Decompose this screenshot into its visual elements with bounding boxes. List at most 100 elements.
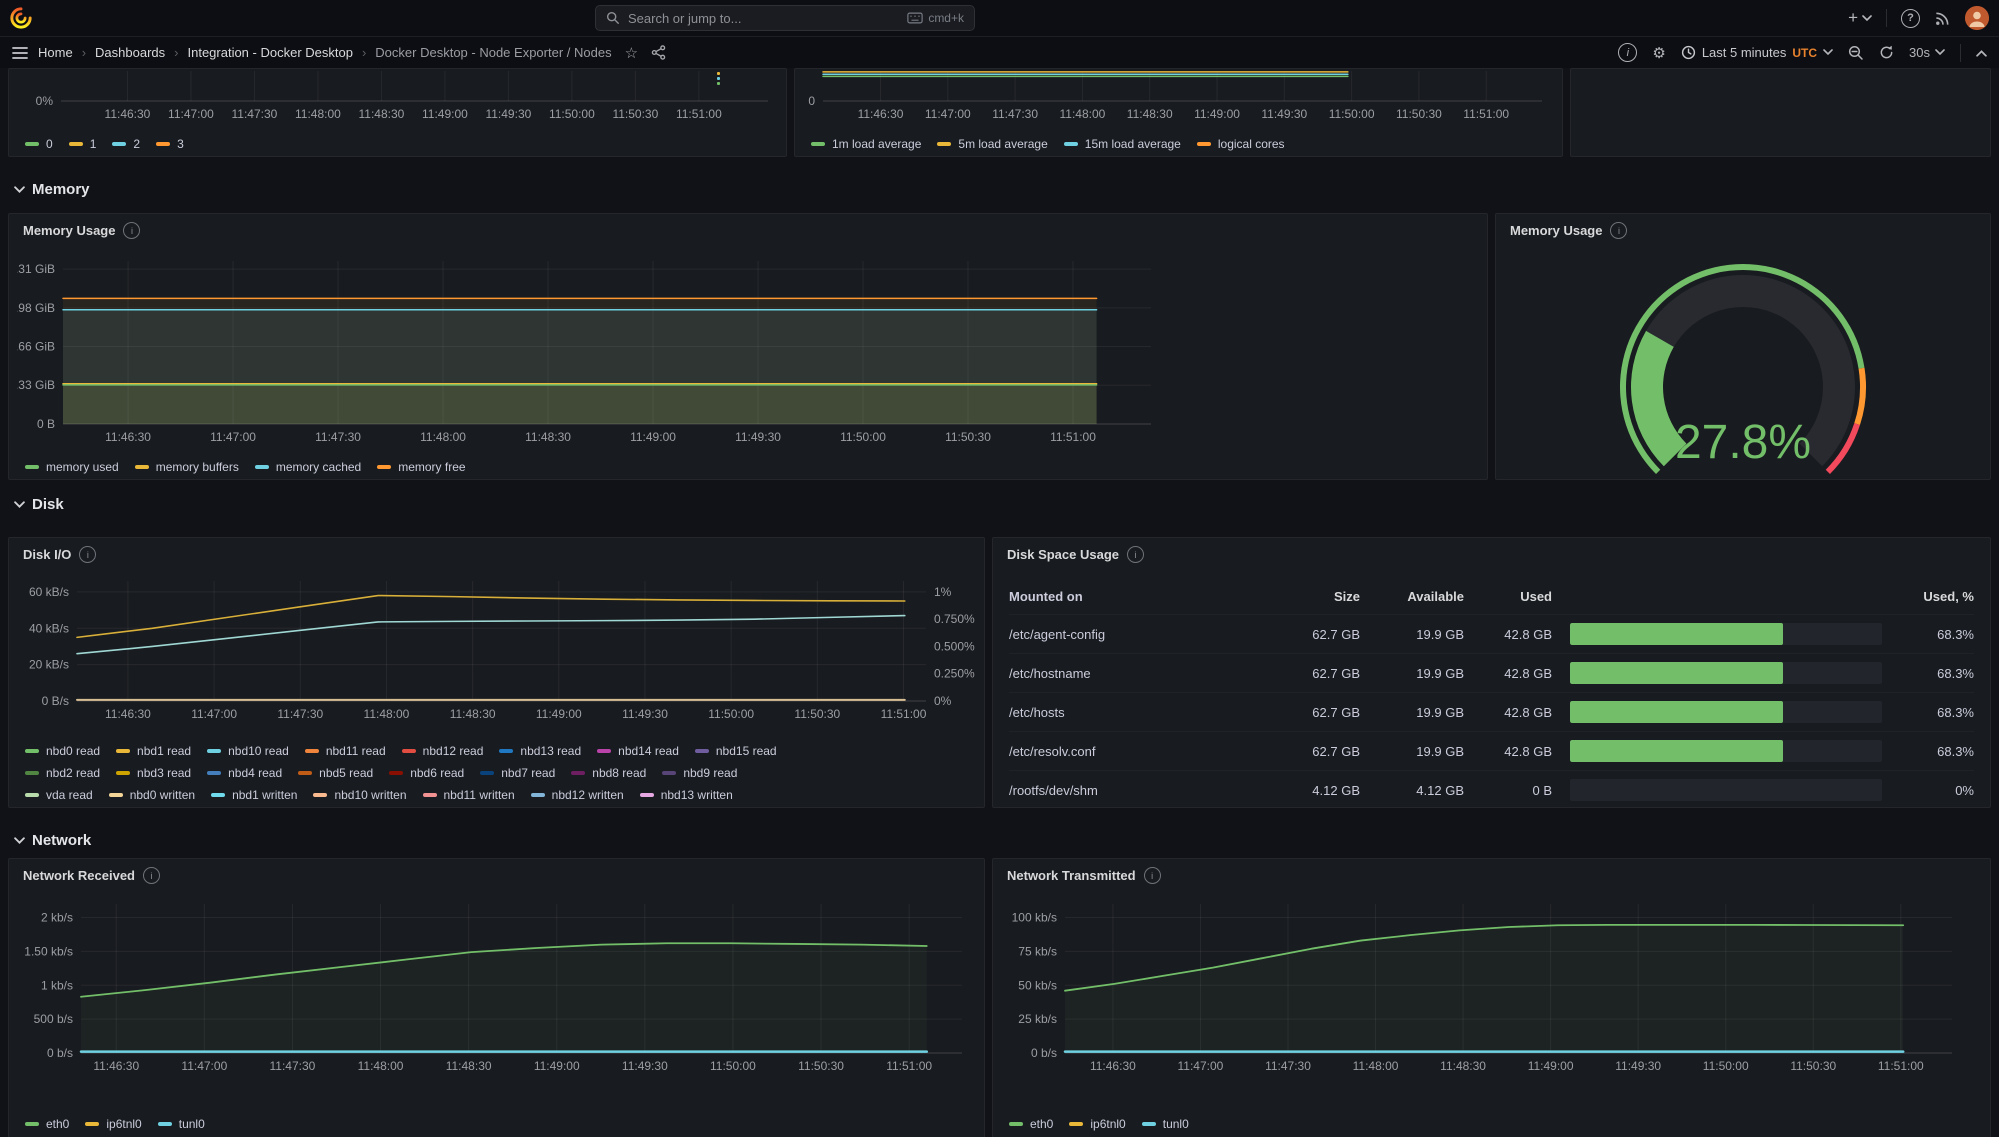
plus-icon: + <box>1848 8 1858 28</box>
breadcrumb-separator: › <box>174 45 178 60</box>
breadcrumb-separator: › <box>82 45 86 60</box>
legend-swatch <box>25 749 39 753</box>
panel-title[interactable]: Disk I/O i <box>23 546 96 563</box>
legend-item[interactable]: 1 <box>69 137 97 151</box>
legend-item[interactable]: nbd11 written <box>423 788 515 802</box>
svg-text:25 kb/s: 25 kb/s <box>1018 1012 1057 1026</box>
table-row: /etc/resolv.conf62.7 GB19.9 GB42.8 GB68.… <box>1009 731 1974 770</box>
refresh-interval-picker[interactable]: 30s <box>1909 45 1945 60</box>
legend-item[interactable]: vda read <box>25 788 93 802</box>
legend-item[interactable]: nbd14 read <box>597 744 679 758</box>
legend-item[interactable]: nbd12 written <box>531 788 624 802</box>
news-icon[interactable] <box>1934 10 1951 27</box>
network-transmitted-chart[interactable]: 11:46:3011:47:0011:47:3011:48:0011:48:30… <box>1001 899 1982 1089</box>
legend-item[interactable]: tunl0 <box>1142 1117 1189 1131</box>
legend-item[interactable]: nbd0 written <box>109 788 195 802</box>
collapse-toolbar-button[interactable] <box>1976 49 1987 57</box>
legend-item[interactable]: nbd9 read <box>662 766 737 780</box>
section-header-memory[interactable]: Memory <box>14 181 90 198</box>
favorite-star-icon[interactable]: ☆ <box>625 44 638 62</box>
legend-item[interactable]: 1m load average <box>811 137 921 151</box>
legend-item[interactable]: nbd1 read <box>116 744 191 758</box>
section-header-network[interactable]: Network <box>14 832 91 849</box>
legend-item[interactable]: nbd8 read <box>571 766 646 780</box>
legend-item[interactable]: nbd4 read <box>207 766 282 780</box>
legend-item[interactable]: ip6tnl0 <box>85 1117 141 1131</box>
panel-title[interactable]: Disk Space Usage i <box>1007 546 1144 563</box>
legend-item[interactable]: memory used <box>25 460 119 474</box>
legend-item[interactable]: 0 <box>25 137 53 151</box>
time-range-picker[interactable]: Last 5 minutes UTC <box>1681 45 1833 60</box>
legend-item[interactable]: nbd7 read <box>480 766 555 780</box>
info-icon[interactable]: i <box>79 546 96 563</box>
section-header-disk[interactable]: Disk <box>14 496 64 513</box>
legend-item[interactable]: nbd0 read <box>25 744 100 758</box>
memory-usage-chart[interactable]: 11:46:3011:47:0011:47:3011:48:0011:48:30… <box>17 256 1479 456</box>
dashboard-settings-icon[interactable]: ⚙ <box>1652 44 1665 62</box>
legend-item[interactable]: 2 <box>112 137 140 151</box>
info-icon[interactable]: i <box>123 222 140 239</box>
legend-item[interactable]: nbd10 written <box>313 788 406 802</box>
disk-io-chart[interactable]: 11:46:3011:47:0011:47:3011:48:0011:48:30… <box>17 578 976 728</box>
legend-item[interactable]: nbd2 read <box>25 766 100 780</box>
share-icon[interactable] <box>651 45 666 60</box>
panel-title[interactable]: Memory Usage i <box>23 222 140 239</box>
legend-item[interactable]: nbd3 read <box>116 766 191 780</box>
legend-item[interactable]: 15m load average <box>1064 137 1181 151</box>
legend-item[interactable]: nbd15 read <box>695 744 777 758</box>
panel-title[interactable]: Network Received i <box>23 867 160 884</box>
add-new-button[interactable]: + <box>1848 8 1872 28</box>
dashboard-info-icon[interactable]: i <box>1618 43 1637 62</box>
legend-item[interactable]: nbd1 written <box>211 788 297 802</box>
column-header[interactable]: Mounted on <box>1009 589 1270 604</box>
legend-item[interactable]: 5m load average <box>937 137 1047 151</box>
legend-item[interactable]: memory buffers <box>135 460 239 474</box>
legend-item[interactable]: logical cores <box>1197 137 1285 151</box>
legend-item[interactable]: tunl0 <box>158 1117 205 1131</box>
info-icon[interactable]: i <box>1144 867 1161 884</box>
breadcrumb-dashboard-title: Docker Desktop - Node Exporter / Nodes <box>375 45 611 60</box>
legend-item[interactable]: nbd13 written <box>640 788 733 802</box>
column-header[interactable]: Size <box>1270 589 1360 604</box>
legend-row: 0 1 2 3 <box>25 137 776 151</box>
breadcrumb-home[interactable]: Home <box>38 45 73 60</box>
panel-title[interactable]: Network Transmitted i <box>1007 867 1161 884</box>
panel-title[interactable]: Memory Usage i <box>1510 222 1627 239</box>
info-icon[interactable]: i <box>1127 546 1144 563</box>
info-icon[interactable]: i <box>1610 222 1627 239</box>
usage-bar <box>1570 623 1882 645</box>
legend-item[interactable]: nbd10 read <box>207 744 289 758</box>
refresh-button[interactable] <box>1879 45 1894 60</box>
table-row: /etc/hostname62.7 GB19.9 GB42.8 GB68.3% <box>1009 653 1974 692</box>
legend-item[interactable]: memory free <box>377 460 465 474</box>
legend-swatch <box>305 749 319 753</box>
column-header[interactable]: Used <box>1464 589 1552 604</box>
legend-item[interactable]: 3 <box>156 137 184 151</box>
column-header[interactable]: Available <box>1360 589 1464 604</box>
help-icon[interactable]: ? <box>1901 9 1920 28</box>
breadcrumb-folder[interactable]: Integration - Docker Desktop <box>187 45 352 60</box>
search-placeholder: Search or jump to... <box>628 11 741 26</box>
table-row: /etc/hosts62.7 GB19.9 GB42.8 GB68.3% <box>1009 692 1974 731</box>
legend-item[interactable]: nbd11 read <box>305 744 386 758</box>
legend-item[interactable]: nbd6 read <box>389 766 464 780</box>
legend-item[interactable]: ip6tnl0 <box>1069 1117 1125 1131</box>
legend-item[interactable]: nbd13 read <box>499 744 581 758</box>
legend-item[interactable]: eth0 <box>1009 1117 1053 1131</box>
usage-bar <box>1570 701 1882 723</box>
column-header[interactable]: Used, % <box>1882 589 1974 604</box>
user-avatar[interactable] <box>1965 6 1989 30</box>
zoom-out-time-button[interactable] <box>1848 45 1864 61</box>
legend-item[interactable]: nbd5 read <box>298 766 373 780</box>
mega-menu-toggle[interactable] <box>12 47 28 59</box>
info-icon[interactable]: i <box>143 867 160 884</box>
search-input[interactable]: Search or jump to... cmd+k <box>595 5 975 31</box>
load-average-chart[interactable]: 11:46:3011:47:0011:47:3011:48:0011:48:30… <box>803 69 1554 126</box>
legend-item[interactable]: memory cached <box>255 460 361 474</box>
breadcrumb-dashboards[interactable]: Dashboards <box>95 45 165 60</box>
legend-item[interactable]: nbd12 read <box>402 744 484 758</box>
cpu-usage-chart[interactable]: 11:46:3011:47:0011:47:3011:48:0011:48:30… <box>17 69 778 126</box>
legend-item[interactable]: eth0 <box>25 1117 69 1131</box>
grafana-logo-icon[interactable] <box>10 7 32 29</box>
network-received-chart[interactable]: 11:46:3011:47:0011:47:3011:48:0011:48:30… <box>17 899 976 1089</box>
